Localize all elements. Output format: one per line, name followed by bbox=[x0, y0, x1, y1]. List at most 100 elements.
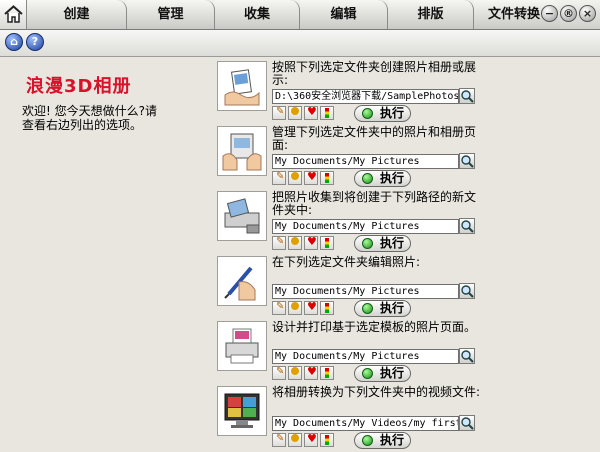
convert-pencil-button[interactable]: ✎ bbox=[272, 433, 286, 447]
edit-pencil-button[interactable]: ✎ bbox=[272, 301, 286, 315]
traffic-light-icon bbox=[325, 303, 329, 313]
convert-browse-button[interactable] bbox=[459, 415, 475, 431]
create-tools-button[interactable] bbox=[320, 106, 334, 120]
arrow-icon bbox=[362, 238, 373, 249]
heart-icon: ♥ bbox=[307, 235, 317, 248]
create-description: 按照下列选定文件夹创建照片相册或展示: bbox=[272, 60, 477, 87]
convert-description: 将相册转换为下列文件夹中的视频文件: bbox=[272, 385, 481, 399]
edit-execute-button[interactable]: 执行 bbox=[354, 300, 411, 317]
search-icon bbox=[461, 90, 474, 103]
action-row-collect: 把照片收集到将创建于下列路径的新文件夹中: My Documents/My Pi… bbox=[217, 191, 487, 257]
create-browse-button[interactable] bbox=[459, 88, 475, 104]
manage-execute-button[interactable]: 执行 bbox=[354, 170, 411, 187]
arrow-icon bbox=[362, 435, 373, 446]
search-icon bbox=[461, 220, 474, 233]
collect-brush-button[interactable] bbox=[288, 236, 302, 250]
manage-favorite-button[interactable]: ♥ bbox=[304, 170, 318, 185]
traffic-light-icon bbox=[325, 173, 329, 183]
home-button[interactable] bbox=[0, 0, 27, 29]
collect-description: 把照片收集到将创建于下列路径的新文件夹中: bbox=[272, 190, 477, 217]
layout-pencil-button[interactable]: ✎ bbox=[272, 366, 286, 380]
brush-icon bbox=[291, 367, 299, 375]
settings-icon: ® bbox=[563, 7, 574, 20]
layout-brush-button[interactable] bbox=[288, 366, 302, 380]
layout-execute-button[interactable]: 执行 bbox=[354, 365, 411, 382]
minimize-button[interactable]: − bbox=[541, 5, 558, 22]
arrow-icon bbox=[362, 173, 373, 184]
create-brush-button[interactable] bbox=[288, 106, 302, 120]
collect-pencil-button[interactable]: ✎ bbox=[272, 236, 286, 250]
create-favorite-button[interactable]: ♥ bbox=[304, 105, 318, 120]
collect-favorite-button[interactable]: ♥ bbox=[304, 235, 318, 250]
monitor-photos-icon bbox=[224, 393, 260, 428]
tab-layout[interactable]: 排版 bbox=[388, 0, 474, 29]
edit-path-field[interactable]: My Documents/My Pictures bbox=[272, 284, 459, 299]
execute-label: 执行 bbox=[379, 106, 404, 120]
layout-browse-button[interactable] bbox=[459, 348, 475, 364]
layout-description: 设计并打印基于选定模板的照片页面。 bbox=[272, 320, 477, 334]
traffic-light-icon bbox=[325, 108, 329, 118]
pencil-icon: ✎ bbox=[276, 171, 285, 182]
create-pencil-button[interactable]: ✎ bbox=[272, 106, 286, 120]
heart-icon: ♥ bbox=[307, 300, 317, 313]
home-circle-button[interactable]: ⌂ bbox=[5, 33, 23, 51]
action-row-create: 按照下列选定文件夹创建照片相册或展示: D:\360安全浏览器下载/Sample… bbox=[217, 61, 487, 127]
manage-pencil-button[interactable]: ✎ bbox=[272, 171, 286, 185]
pencil-icon: ✎ bbox=[276, 106, 285, 117]
help-icon: ? bbox=[31, 35, 39, 48]
convert-tools-button[interactable] bbox=[320, 433, 334, 447]
home-icon bbox=[4, 5, 23, 23]
search-icon bbox=[461, 350, 474, 363]
create-execute-button[interactable]: 执行 bbox=[354, 105, 411, 122]
layout-thumbnail bbox=[217, 321, 267, 371]
brush-icon bbox=[291, 107, 299, 115]
tab-create[interactable]: 创建 bbox=[27, 0, 127, 29]
action-row-manage: 管理下列选定文件夹中的照片和相册页面: My Documents/My Pict… bbox=[217, 126, 487, 192]
brush-icon bbox=[291, 172, 299, 180]
execute-label: 执行 bbox=[379, 433, 404, 447]
execute-label: 执行 bbox=[379, 236, 404, 250]
printer-icon bbox=[225, 328, 259, 364]
edit-thumbnail bbox=[217, 256, 267, 306]
home-icon: ⌂ bbox=[10, 35, 18, 48]
convert-brush-button[interactable] bbox=[288, 433, 302, 447]
collect-tools-button[interactable] bbox=[320, 236, 334, 250]
manage-tools-button[interactable] bbox=[320, 171, 334, 185]
create-path-field[interactable]: D:\360安全浏览器下载/SamplePhotos bbox=[272, 89, 459, 104]
arrow-icon bbox=[362, 368, 373, 379]
execute-label: 执行 bbox=[379, 301, 404, 315]
tab-edit[interactable]: 编辑 bbox=[300, 0, 388, 29]
heart-icon: ♥ bbox=[307, 365, 317, 378]
collect-execute-button[interactable]: 执行 bbox=[354, 235, 411, 252]
layout-path-field[interactable]: My Documents/My Pictures bbox=[272, 349, 459, 364]
tab-manage[interactable]: 管理 bbox=[127, 0, 215, 29]
pencil-icon: ✎ bbox=[276, 433, 285, 444]
help-circle-button[interactable]: ? bbox=[26, 33, 44, 51]
edit-favorite-button[interactable]: ♥ bbox=[304, 300, 318, 315]
manage-browse-button[interactable] bbox=[459, 153, 475, 169]
manage-brush-button[interactable] bbox=[288, 171, 302, 185]
execute-label: 执行 bbox=[379, 366, 404, 380]
collect-browse-button[interactable] bbox=[459, 218, 475, 234]
manage-description: 管理下列选定文件夹中的照片和相册页面: bbox=[272, 125, 477, 152]
tab-collect[interactable]: 收集 bbox=[215, 0, 300, 29]
create-album-thumbnail bbox=[217, 61, 267, 111]
convert-favorite-button[interactable]: ♥ bbox=[304, 432, 318, 447]
heart-icon: ♥ bbox=[307, 432, 317, 445]
convert-execute-button[interactable]: 执行 bbox=[354, 432, 411, 449]
close-button[interactable]: × bbox=[579, 5, 596, 22]
collect-path-field[interactable]: My Documents/My Pictures bbox=[272, 219, 459, 234]
traffic-light-icon bbox=[325, 368, 329, 378]
help-button[interactable]: ® bbox=[560, 5, 577, 22]
edit-browse-button[interactable] bbox=[459, 283, 475, 299]
edit-tools-button[interactable] bbox=[320, 301, 334, 315]
pencil-icon: ✎ bbox=[276, 236, 285, 247]
convert-path-field[interactable]: My Documents/My Videos/my first video bbox=[272, 416, 459, 431]
layout-favorite-button[interactable]: ♥ bbox=[304, 365, 318, 380]
edit-brush-button[interactable] bbox=[288, 301, 302, 315]
arrow-icon bbox=[362, 108, 373, 119]
manage-path-field[interactable]: My Documents/My Pictures bbox=[272, 154, 459, 169]
layout-tools-button[interactable] bbox=[320, 366, 334, 380]
manage-thumbnail bbox=[217, 126, 267, 176]
collect-thumbnail bbox=[217, 191, 267, 241]
